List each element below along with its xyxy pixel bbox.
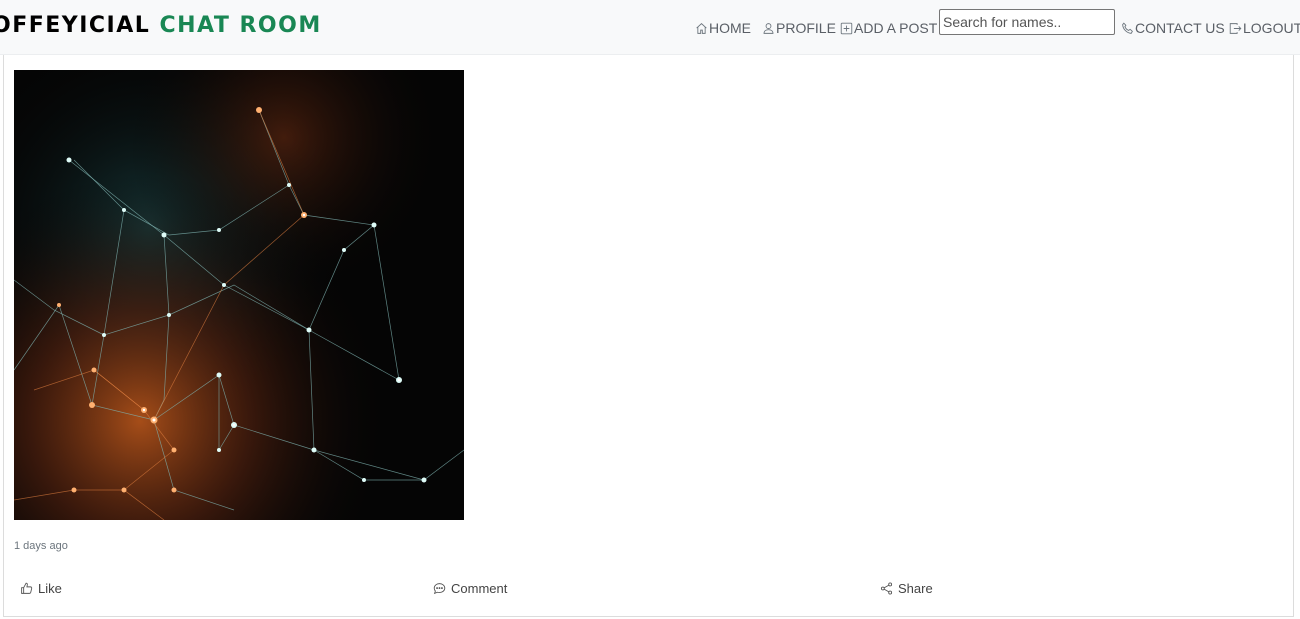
house-icon [696, 22, 707, 34]
post-timestamp: 1 days ago [14, 540, 68, 552]
comment-label: Comment [451, 580, 508, 596]
nav-contact-link[interactable]: CONTACT US [1121, 19, 1225, 37]
telephone-icon [1122, 22, 1133, 34]
nav-profile-label: PROFILE [776, 20, 836, 36]
brand-accent: CHAT ROOM [159, 13, 322, 38]
share-button[interactable]: Share [880, 579, 933, 597]
like-button[interactable]: Like [20, 579, 62, 597]
search-input[interactable] [939, 9, 1115, 35]
like-label: Like [38, 580, 62, 596]
nav-contact-label: CONTACT US [1135, 20, 1225, 36]
nav-home-link[interactable]: HOME [695, 19, 751, 37]
nav-home-label: HOME [709, 20, 751, 36]
brand-logo[interactable]: OFFEYICIAL CHAT ROOM [0, 13, 322, 38]
navbar: OFFEYICIAL CHAT ROOM HOME PROFILE ADD A … [0, 0, 1300, 55]
share-icon [880, 582, 893, 594]
nav-add-post-label: ADD A POST [854, 20, 938, 36]
post-image[interactable] [14, 70, 464, 520]
brand-prefix: OFFEYICIAL [0, 13, 151, 38]
nav-logout-link[interactable]: LOGOUT [1229, 19, 1300, 37]
hand-thumbs-up-icon [21, 582, 33, 594]
box-arrow-right-icon [1229, 22, 1242, 34]
plus-square-icon [840, 22, 853, 34]
share-label: Share [898, 580, 933, 596]
post-card: 1 days ago Like Comment Share [3, 55, 1294, 617]
nav-add-post-link[interactable]: ADD A POST [840, 19, 937, 37]
chat-dots-icon [433, 582, 446, 594]
nav-logout-label: LOGOUT [1243, 20, 1300, 36]
person-icon [763, 22, 774, 34]
network-artwork [14, 70, 464, 520]
nav-profile-link[interactable]: PROFILE [762, 19, 836, 37]
comment-button[interactable]: Comment [433, 579, 507, 597]
